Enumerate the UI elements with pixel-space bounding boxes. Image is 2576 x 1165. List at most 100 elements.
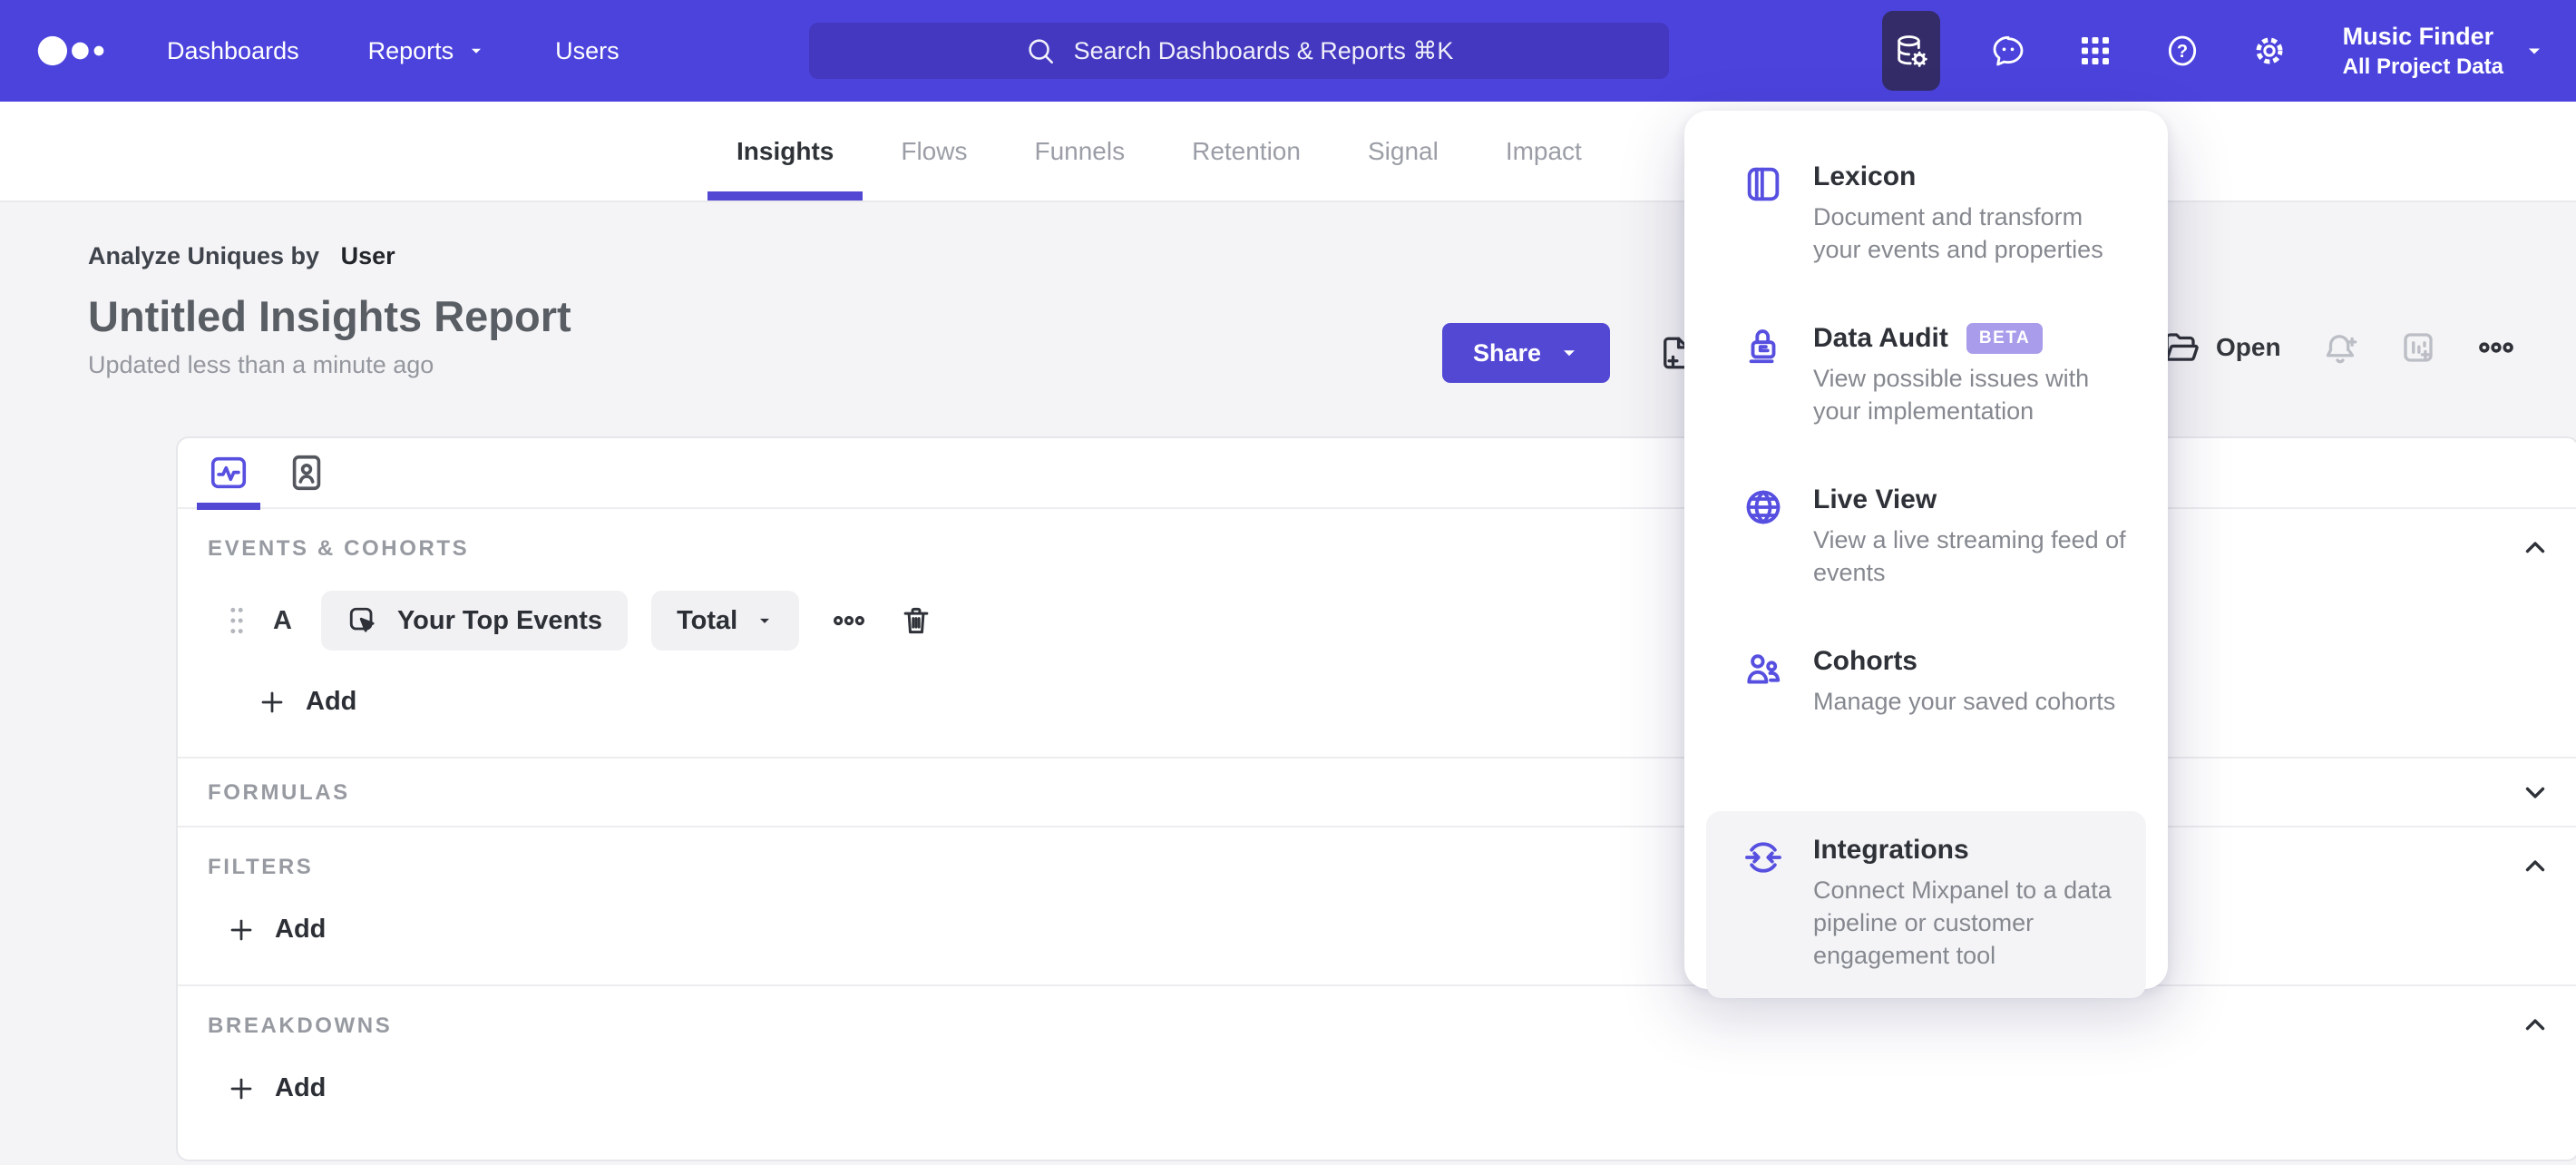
builder-view-tabs	[178, 437, 2576, 510]
menu-item-text: Lexicon Document and transform your even…	[1813, 162, 2114, 267]
add-breakdown-label: Add	[275, 1073, 327, 1102]
drag-dots-icon	[230, 607, 243, 634]
data-audit-lock-icon	[1742, 325, 1784, 367]
create-alert-button[interactable]	[2321, 328, 2359, 367]
mixpanel-logo-icon	[37, 35, 104, 66]
events-section: EVENTS & COHORTS A Your Top Events Total…	[178, 509, 2576, 757]
nav-dashboards[interactable]: Dashboards	[167, 37, 299, 65]
add-filter-label: Add	[275, 915, 327, 944]
breakdowns-section: BREAKDOWNS Add	[178, 984, 2576, 1160]
chevron-down-icon	[760, 618, 770, 623]
menu-item-title: Lexicon	[1813, 162, 1917, 191]
bell-plus-icon	[2326, 335, 2356, 364]
menu-item-text: Data Audit BETA View possible issues wit…	[1813, 323, 2141, 428]
feedback-button[interactable]	[1989, 32, 2027, 70]
tab-retention[interactable]: Retention	[1192, 102, 1301, 201]
menu-item-description: Manage your saved cohorts	[1813, 688, 2116, 715]
database-gear-icon	[1897, 35, 1927, 67]
plus-icon	[261, 691, 283, 712]
chat-bubble-icon	[1993, 35, 2024, 66]
menu-item-description: View a live streaming feed of events	[1813, 526, 2126, 586]
help-button[interactable]: ?	[2163, 32, 2201, 70]
tab-metrics-view[interactable]	[197, 437, 260, 510]
event-letter: A	[273, 605, 292, 635]
tab-flows[interactable]: Flows	[901, 102, 967, 201]
nav-reports[interactable]: Reports	[368, 37, 487, 65]
menu-item-live-view[interactable]: Live View View a live streaming feed of …	[1684, 485, 2168, 646]
add-to-board-button[interactable]	[2399, 328, 2437, 367]
live-view-globe-icon	[1742, 486, 1784, 528]
top-navbar: Dashboards Reports Users Search Dashboar…	[0, 0, 2576, 102]
metric-selector-chip[interactable]: Total	[651, 591, 800, 651]
tab-impact[interactable]: Impact	[1506, 102, 1582, 201]
tab-profiles-view[interactable]	[286, 437, 327, 508]
settings-button[interactable]	[2250, 32, 2288, 70]
tab-insights[interactable]: Insights	[707, 102, 864, 201]
chevron-down-icon	[2525, 787, 2545, 798]
metric-name: Total	[677, 605, 738, 635]
menu-item-description: Document and transform your events and p…	[1813, 203, 2103, 263]
events-section-label: EVENTS & COHORTS	[208, 536, 470, 561]
event-click-icon	[349, 607, 375, 632]
search-icon	[1029, 39, 1053, 64]
add-event-button[interactable]: Add	[259, 687, 356, 717]
menu-item-title: Live View	[1813, 485, 1937, 514]
menu-item-cohorts[interactable]: Cohorts Manage your saved cohorts	[1684, 646, 2168, 808]
menu-item-data-audit[interactable]: Data Audit BETA View possible issues wit…	[1684, 323, 2168, 485]
beta-badge: BETA	[1966, 323, 2044, 354]
open-report-button[interactable]: Open	[2161, 328, 2281, 367]
event-name: Your Top Events	[396, 605, 603, 635]
event-delete-button[interactable]	[899, 603, 933, 638]
analyze-line: Analyze Uniques by User	[88, 242, 2576, 271]
tab-signal[interactable]: Signal	[1368, 102, 1439, 201]
filters-collapse-button[interactable]	[2520, 851, 2551, 882]
event-row-a: A Your Top Events Total	[228, 591, 2542, 651]
menu-item-description: View possible issues with your implement…	[1813, 365, 2090, 425]
report-tabs: Insights Flows Funnels Retention Signal …	[0, 102, 2576, 202]
help-icon: ?	[2168, 35, 2196, 66]
event-more-button[interactable]	[832, 603, 866, 638]
chevron-up-icon	[2525, 860, 2545, 872]
formulas-section: FORMULAS	[178, 757, 2576, 826]
more-horizontal-icon	[834, 615, 865, 626]
open-report-label: Open	[2216, 333, 2281, 361]
menu-item-integrations[interactable]: Integrations Connect Mixpanel to a data …	[1706, 835, 2146, 973]
chevron-up-icon	[2525, 542, 2545, 553]
breakdowns-collapse-button[interactable]	[2520, 1010, 2551, 1041]
add-breakdown-button[interactable]: Add	[228, 1073, 326, 1103]
project-name: Music Finder	[2342, 22, 2494, 50]
data-management-button[interactable]	[1881, 11, 1940, 91]
grid-icon	[2081, 37, 2109, 64]
formulas-section-label: FORMULAS	[208, 780, 350, 805]
formulas-expand-button[interactable]	[2520, 777, 2551, 808]
project-switcher[interactable]: Music Finder All Project Data	[2343, 23, 2545, 80]
tab-funnels[interactable]: Funnels	[1034, 102, 1125, 201]
share-button[interactable]: Share	[1442, 323, 1611, 383]
board-add-icon	[2403, 333, 2433, 362]
report-more-button[interactable]	[2477, 328, 2515, 367]
mixpanel-app: Dashboards Reports Users Search Dashboar…	[0, 0, 2576, 1165]
nav-reports-label: Reports	[367, 36, 454, 64]
mixpanel-logo[interactable]	[36, 31, 114, 71]
more-horizontal-icon	[2478, 342, 2513, 353]
events-collapse-button[interactable]	[2520, 533, 2551, 563]
analyze-entity-selector[interactable]: User	[341, 242, 395, 269]
menu-item-text: Cohorts Manage your saved cohorts	[1813, 646, 2115, 719]
report-secondary-actions: Open	[2161, 328, 2515, 367]
menu-item-lexicon[interactable]: Lexicon Document and transform your even…	[1684, 162, 2168, 323]
event-selector-chip[interactable]: Your Top Events	[320, 591, 629, 651]
menu-item-integrations-highlight: Integrations Connect Mixpanel to a data …	[1706, 811, 2146, 998]
menu-item-text: Live View View a live streaming feed of …	[1813, 485, 2141, 590]
nav-users[interactable]: Users	[555, 37, 620, 65]
add-filter-button[interactable]: Add	[228, 915, 326, 945]
apps-grid-button[interactable]	[2076, 32, 2114, 70]
drag-handle[interactable]	[228, 605, 246, 636]
svg-text:?: ?	[2177, 42, 2188, 62]
chevron-up-icon	[2525, 1019, 2545, 1031]
integrations-sync-icon	[1742, 837, 1784, 878]
profile-card-icon	[292, 455, 321, 491]
cohorts-people-icon	[1742, 648, 1784, 690]
search-input[interactable]: Search Dashboards & Reports ⌘K	[809, 23, 1669, 79]
filters-section: FILTERS Add	[178, 826, 2576, 984]
chevron-down-icon	[1564, 350, 1576, 357]
